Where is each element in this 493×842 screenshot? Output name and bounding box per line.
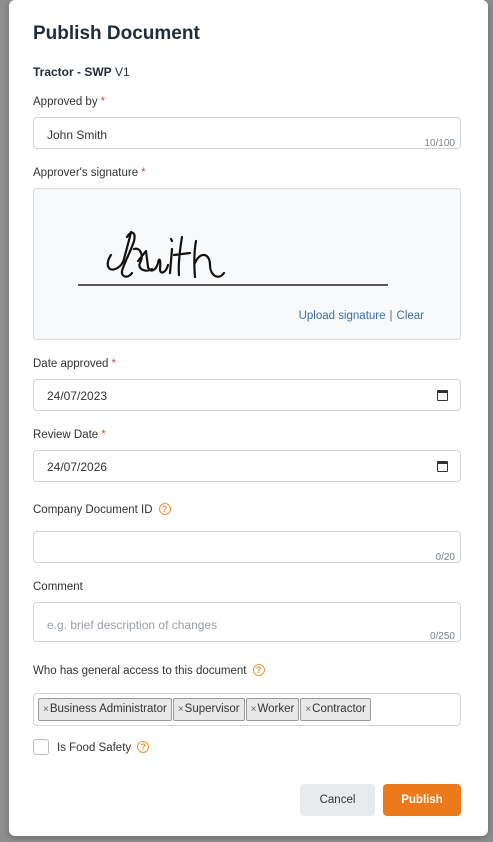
comment-counter: 0/250: [429, 631, 455, 642]
access-tag-label: Supervisor: [184, 703, 240, 715]
company-document-id-label: Company Document ID?: [33, 503, 171, 516]
help-circle-icon[interactable]: ?: [137, 741, 150, 753]
comment-placeholder: e.g. brief description of changes: [47, 618, 218, 632]
document-version: V1: [115, 65, 130, 79]
access-tag[interactable]: ×Business Administrator: [38, 698, 172, 721]
food-safety-label: Is Food Safety?: [57, 741, 150, 754]
access-label: Who has general access to this document?: [33, 664, 265, 677]
approved-by-input[interactable]: John Smith 10/100: [33, 117, 461, 149]
clear-signature-link[interactable]: Clear: [397, 310, 424, 322]
required-mark: *: [101, 429, 106, 441]
food-safety-label-text: Is Food Safety: [57, 742, 132, 754]
publish-document-dialog: Publish Document Tractor - SWP V1 Approv…: [9, 0, 488, 836]
remove-tag-icon[interactable]: ×: [43, 704, 49, 715]
signature-label: Approver's signature *: [33, 167, 146, 179]
comment-textarea[interactable]: e.g. brief description of changes 0/250: [33, 602, 461, 642]
company-document-id-input[interactable]: 0/20: [33, 531, 461, 563]
access-tag-label: Business Administrator: [49, 703, 167, 715]
document-name: Tractor - SWP: [33, 65, 112, 79]
signature-actions: Upload signature | Clear: [299, 310, 424, 322]
date-approved-input[interactable]: 24/07/2023: [33, 379, 461, 411]
access-tag[interactable]: ×Worker: [245, 698, 300, 721]
company-document-id-counter: 0/20: [435, 552, 455, 563]
access-label-text: Who has general access to this document: [33, 665, 247, 677]
help-circle-icon[interactable]: ?: [252, 664, 265, 676]
cancel-button[interactable]: Cancel: [300, 784, 375, 816]
publish-button[interactable]: Publish: [383, 784, 461, 816]
review-date-value: 24/07/2026: [47, 460, 108, 474]
required-mark: *: [111, 358, 116, 370]
access-tag-label: Contractor: [312, 703, 366, 715]
upload-signature-link[interactable]: Upload signature: [299, 310, 386, 322]
signature-label-text: Approver's signature: [33, 167, 139, 179]
calendar-icon[interactable]: [437, 461, 448, 472]
help-circle-icon[interactable]: ?: [158, 503, 171, 515]
remove-tag-icon[interactable]: ×: [305, 704, 311, 715]
food-safety-checkbox[interactable]: [33, 739, 49, 755]
signature-link-separator: |: [389, 310, 393, 322]
access-multiselect[interactable]: ×Business Administrator ×Supervisor ×Worke…: [33, 693, 461, 726]
company-document-id-label-text: Company Document ID: [33, 504, 153, 516]
date-approved-label: Date approved *: [33, 358, 116, 370]
remove-tag-icon[interactable]: ×: [178, 704, 184, 715]
signature-pad[interactable]: Upload signature | Clear: [33, 188, 461, 340]
review-date-input[interactable]: 24/07/2026: [33, 450, 461, 482]
date-approved-value: 24/07/2023: [47, 389, 108, 403]
calendar-icon[interactable]: [437, 390, 448, 401]
date-approved-label-text: Date approved: [33, 358, 109, 370]
comment-label: Comment: [33, 581, 83, 593]
approved-by-label: Approved by *: [33, 96, 105, 108]
approved-by-label-text: Approved by: [33, 96, 98, 108]
required-mark: *: [141, 167, 146, 179]
access-tag[interactable]: ×Contractor: [300, 698, 371, 721]
remove-tag-icon[interactable]: ×: [251, 704, 257, 715]
dialog-title: Publish Document: [33, 23, 200, 44]
approved-by-counter: 10/100: [424, 138, 455, 149]
document-identifier: Tractor - SWP V1: [33, 65, 130, 79]
access-tag[interactable]: ×Supervisor: [172, 698, 245, 721]
required-mark: *: [100, 96, 106, 108]
review-date-label: Review Date *: [33, 429, 106, 441]
access-tag-label: Worker: [257, 703, 295, 715]
review-date-label-text: Review Date: [33, 429, 99, 441]
approved-by-value: John Smith: [47, 128, 108, 142]
